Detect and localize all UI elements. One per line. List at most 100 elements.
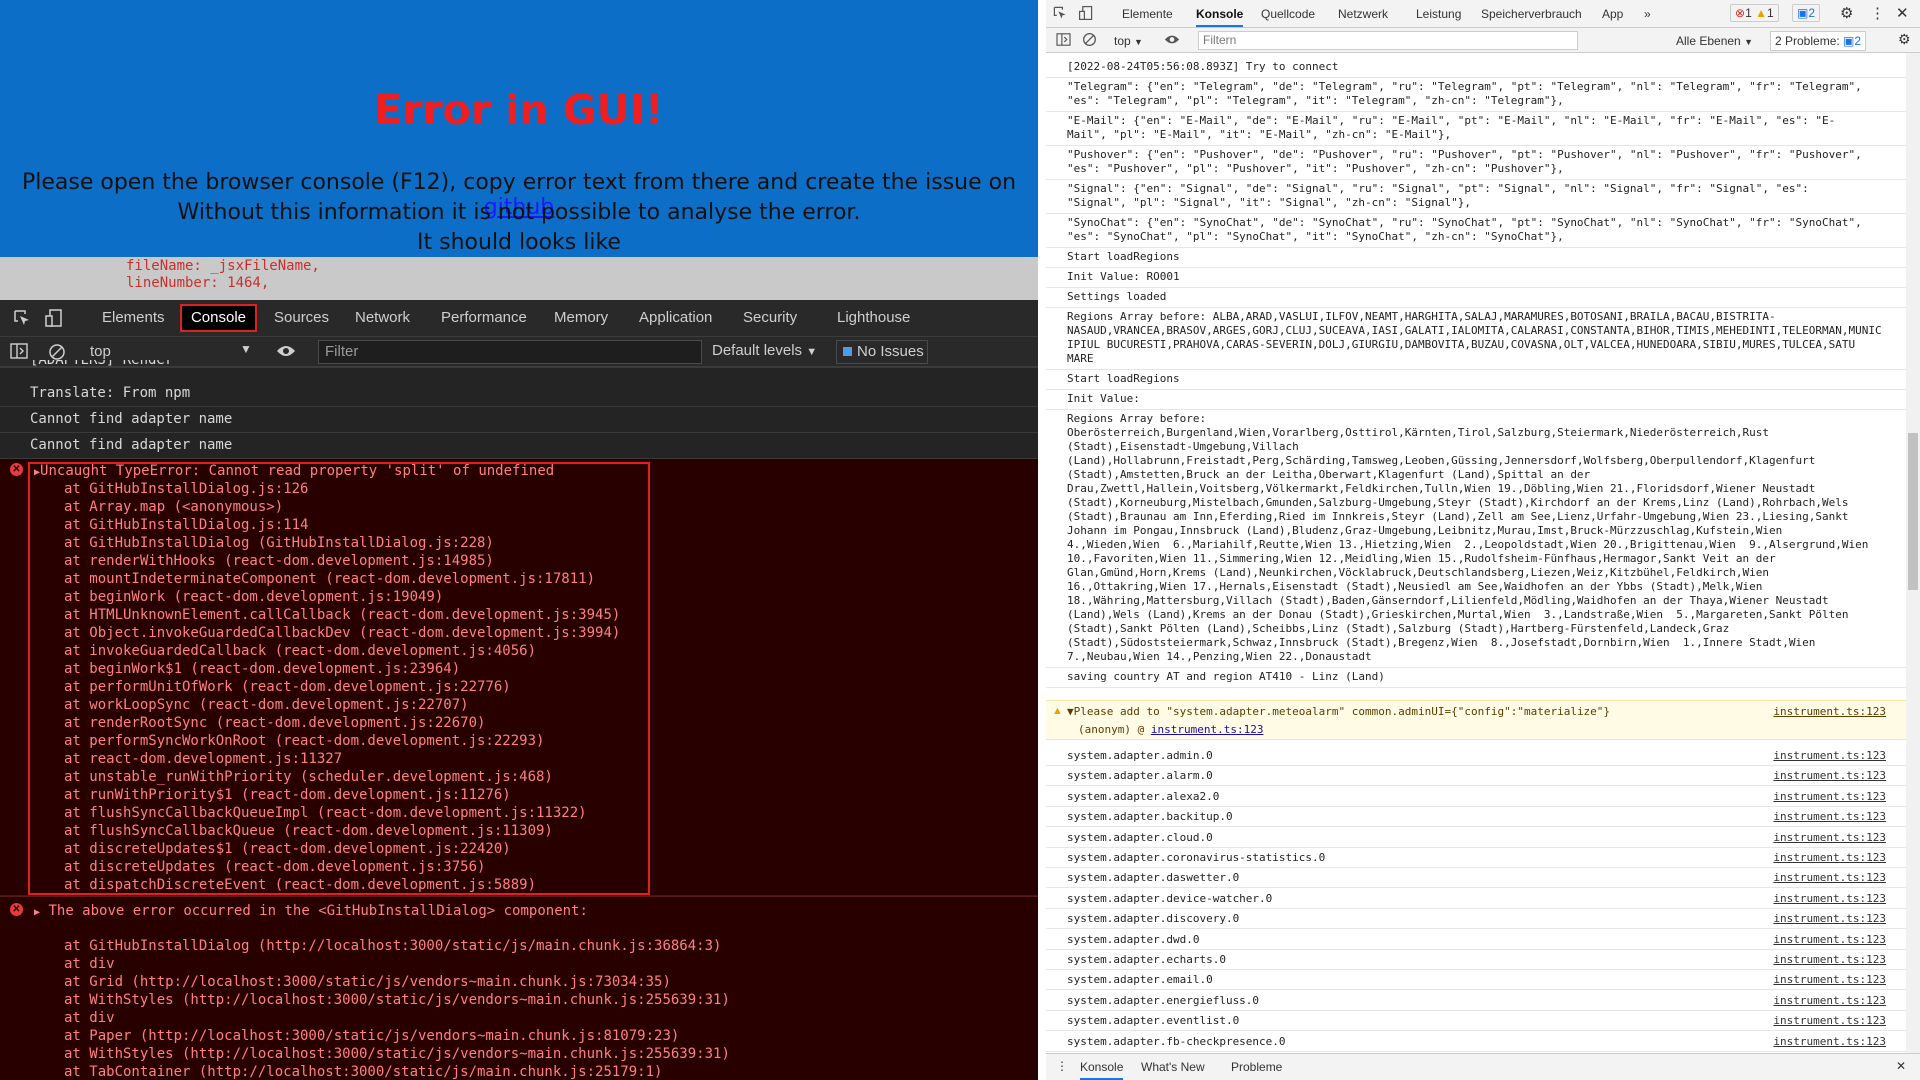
expand-arrow-icon: ▼ (1067, 705, 1074, 718)
tab-network[interactable]: Network (355, 308, 410, 330)
source-link[interactable]: instrument.ts:123 (1773, 871, 1886, 884)
stack-frame[interactable]: at GitHubInstallDialog (http://localhost… (64, 937, 721, 955)
stack-frame[interactable]: at GitHubInstallDialog.js:114 (64, 516, 308, 534)
messages-counter[interactable]: ▣2 (1792, 4, 1821, 22)
warning-source-link[interactable]: instrument.ts:123 (1151, 723, 1264, 736)
close-icon[interactable]: ✕ (1896, 4, 1909, 22)
error-title[interactable]: ▶Uncaught TypeError: Cannot read propert… (34, 462, 554, 482)
tab-memory[interactable]: Memory (554, 308, 608, 330)
inspect-element-icon[interactable] (1052, 5, 1068, 24)
context-select[interactable]: top (90, 343, 111, 360)
scrollbar[interactable] (1906, 53, 1920, 1053)
source-link[interactable]: instrument.ts:123 (1773, 790, 1886, 803)
stack-frame[interactable]: at GitHubInstallDialog.js:126 (64, 480, 308, 498)
error-warning-counter[interactable]: ⊗1 ▲1 (1730, 4, 1779, 22)
source-link[interactable]: instrument.ts:123 (1773, 705, 1886, 718)
stack-frame[interactable]: at workLoopSync (react-dom.development.j… (64, 696, 469, 714)
tab-konsole[interactable]: Konsole (1196, 7, 1244, 27)
scrollbar-thumb[interactable] (1908, 433, 1918, 590)
tab-sources[interactable]: Sources (274, 308, 329, 330)
drawer-tab-whats-new[interactable]: What's New (1141, 1060, 1205, 1074)
stack-frame[interactable]: at WithStyles (http://localhost:3000/sta… (64, 991, 730, 1009)
stack-frame[interactable]: at div (64, 1009, 115, 1027)
stack-frame[interactable]: at renderWithHooks (react-dom.developmen… (64, 552, 494, 570)
error-title: Error in GUI! (374, 86, 664, 134)
warning-text[interactable]: ▼Please add to "system.adapter.meteoalar… (1067, 705, 1610, 718)
error-title[interactable]: ▶ The above error occurred in the <GitHu… (34, 902, 588, 922)
stack-frame[interactable]: at react-dom.development.js:11327 (64, 750, 342, 768)
source-link[interactable]: instrument.ts:123 (1773, 810, 1886, 823)
stack-frame[interactable]: at discreteUpdates$1 (react-dom.developm… (64, 840, 511, 858)
gear-icon[interactable]: ⚙ (1840, 4, 1853, 22)
source-link[interactable]: instrument.ts:123 (1773, 994, 1886, 1007)
stack-frame[interactable]: at beginWork$1 (react-dom.development.js… (64, 660, 460, 678)
tab-console[interactable]: Console (180, 304, 257, 332)
stack-frame[interactable]: at dispatchDiscreteEvent (react-dom.deve… (64, 876, 536, 894)
stack-frame[interactable]: at Array.map (<anonymous>) (64, 498, 283, 516)
stack-frame[interactable]: at Paper (http://localhost:3000/static/j… (64, 1027, 679, 1045)
log-levels-dropdown[interactable]: Default levels ▼ (712, 342, 817, 359)
source-link[interactable]: instrument.ts:123 (1773, 912, 1886, 925)
stack-frame[interactable]: at renderRootSync (react-dom.development… (64, 714, 485, 732)
stack-frame[interactable]: at performUnitOfWork (react-dom.developm… (64, 678, 511, 696)
live-expression-eye-icon[interactable] (1164, 34, 1180, 48)
drawer-menu-icon[interactable]: ⋮ (1056, 1059, 1068, 1073)
tab-performance[interactable]: Performance (441, 308, 527, 330)
stack-frame[interactable]: at flushSyncCallbackQueue (react-dom.dev… (64, 822, 553, 840)
log-levels-dropdown[interactable]: Alle Ebenen ▼ (1676, 34, 1753, 48)
drawer-tab-konsole[interactable]: Konsole (1080, 1060, 1124, 1080)
issues-icon (843, 347, 852, 356)
drawer-tab-probleme[interactable]: Probleme (1231, 1060, 1282, 1074)
more-tabs-icon[interactable]: » (1644, 7, 1651, 21)
source-link[interactable]: instrument.ts:123 (1773, 1035, 1886, 1048)
stack-frame[interactable]: at performSyncWorkOnRoot (react-dom.deve… (64, 732, 544, 750)
stack-frame[interactable]: at flushSyncCallbackQueueImpl (react-dom… (64, 804, 587, 822)
stack-frame[interactable]: at beginWork (react-dom.development.js:1… (64, 588, 443, 606)
tab-security[interactable]: Security (743, 308, 797, 330)
stack-frame[interactable]: at unstable_runWithPriority (scheduler.d… (64, 768, 553, 786)
clear-console-icon[interactable] (1082, 32, 1097, 50)
problems-button[interactable]: 2 Probleme: ▣2 (1770, 31, 1867, 51)
source-link[interactable]: instrument.ts:123 (1773, 933, 1886, 946)
sidebar-toggle-icon[interactable] (1056, 33, 1071, 49)
chevron-down-icon[interactable]: ▼ (240, 342, 252, 356)
stack-frame[interactable]: at mountIndeterminateComponent (react-do… (64, 570, 595, 588)
context-select[interactable]: top ▼ (1114, 34, 1143, 48)
source-link[interactable]: instrument.ts:123 (1773, 749, 1886, 762)
stack-frame[interactable]: at Object.invokeGuardedCallbackDev (reac… (64, 624, 620, 642)
source-link[interactable]: instrument.ts:123 (1773, 1014, 1886, 1027)
stack-frame[interactable]: at Grid (http://localhost:3000/static/js… (64, 973, 671, 991)
stack-frame[interactable]: at WithStyles (http://localhost:3000/sta… (64, 1045, 730, 1063)
stack-frame[interactable]: at HTMLUnknownElement.callCallback (reac… (64, 606, 620, 624)
log-line: Regions Array before: Oberösterreich,Bur… (1046, 410, 1906, 668)
tab-application[interactable]: Application (639, 308, 712, 330)
gear-icon[interactable]: ⚙ (1898, 31, 1911, 48)
more-options-icon[interactable]: ⋮ (1870, 4, 1885, 22)
device-toolbar-icon[interactable] (1078, 5, 1094, 24)
device-toolbar-icon[interactable] (44, 308, 64, 330)
tab-quellcode[interactable]: Quellcode (1261, 7, 1315, 21)
stack-frame[interactable]: at GitHubInstallDialog (GitHubInstallDia… (64, 534, 494, 552)
stack-frame[interactable]: at discreteUpdates (react-dom.developmen… (64, 858, 485, 876)
stack-frame[interactable]: at runWithPriority$1 (react-dom.developm… (64, 786, 511, 804)
inspect-element-icon[interactable] (12, 308, 32, 330)
source-link[interactable]: instrument.ts:123 (1773, 892, 1886, 905)
console-filter-input[interactable]: Filtern (1198, 31, 1578, 50)
tab-elements[interactable]: Elements (102, 308, 165, 330)
problems-label: 2 Probleme: (1775, 34, 1840, 48)
source-link[interactable]: instrument.ts:123 (1773, 973, 1886, 986)
tab-netzwerk[interactable]: Netzwerk (1338, 7, 1388, 21)
source-link[interactable]: instrument.ts:123 (1773, 851, 1886, 864)
close-icon[interactable]: ✕ (1896, 1059, 1906, 1073)
tab-speicherverbrauch[interactable]: Speicherverbrauch (1481, 7, 1582, 21)
stack-frame[interactable]: at invokeGuardedCallback (react-dom.deve… (64, 642, 536, 660)
tab-lighthouse[interactable]: Lighthouse (837, 308, 910, 330)
source-link[interactable]: instrument.ts:123 (1773, 831, 1886, 844)
source-link[interactable]: instrument.ts:123 (1773, 769, 1886, 782)
stack-frame[interactable]: at TabContainer (http://localhost:3000/s… (64, 1063, 662, 1080)
tab-app[interactable]: App (1602, 7, 1623, 21)
source-link[interactable]: instrument.ts:123 (1773, 953, 1886, 966)
stack-frame[interactable]: at div (64, 955, 115, 973)
tab-leistung[interactable]: Leistung (1416, 7, 1461, 21)
tab-elemente[interactable]: Elemente (1122, 7, 1173, 21)
